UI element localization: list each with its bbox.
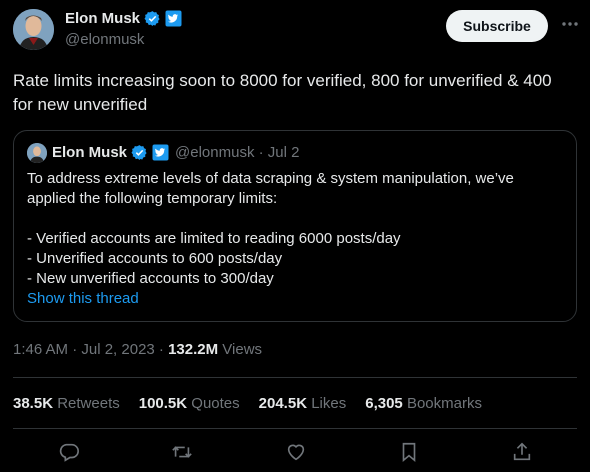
tweet-meta: 1:46 AM · Jul 2, 2023 · 132.2M Views: [13, 341, 262, 358]
likes-stat[interactable]: 204.5K Likes: [259, 395, 347, 412]
author-handle[interactable]: @elonmusk: [65, 31, 144, 48]
more-options-icon[interactable]: [560, 14, 580, 34]
quote-author-name: Elon Musk: [52, 144, 128, 161]
divider: [13, 377, 577, 378]
quote-body: To address extreme levels of data scrapi…: [27, 169, 557, 309]
author-name-row: Elon Musk: [65, 10, 182, 27]
quote-line: - Verified accounts are limited to readi…: [27, 230, 401, 247]
engagement-stats: 38.5K Retweets 100.5K Quotes 204.5K Like…: [13, 395, 482, 412]
verified-badge-icon: [144, 10, 161, 27]
reply-icon[interactable]: [58, 441, 82, 465]
platform-badge-icon: [165, 10, 182, 27]
retweet-icon[interactable]: [171, 441, 195, 465]
divider: [13, 428, 577, 429]
quote-verified-badge-icon: [131, 144, 148, 161]
views-label: Views: [218, 341, 263, 358]
quotes-stat[interactable]: 100.5K Quotes: [139, 395, 240, 412]
action-bar: [0, 441, 590, 467]
quote-line: To address extreme levels of data scrapi…: [27, 170, 514, 207]
quote-line: - Unverified accounts to 600 posts/day: [27, 250, 283, 267]
quote-handle-date: @elonmusk · Jul 2: [175, 144, 300, 161]
quote-header: Elon Musk @elonmusk · Jul 2: [52, 144, 299, 161]
bookmarks-stat[interactable]: 6,305 Bookmarks: [365, 395, 482, 412]
show-thread-link[interactable]: Show this thread: [27, 289, 557, 309]
tweet-text: Rate limits increasing soon to 8000 for …: [13, 71, 552, 114]
avatar[interactable]: [13, 9, 54, 50]
bookmark-icon[interactable]: [398, 441, 422, 465]
views-count: 132.2M: [168, 341, 219, 358]
quote-platform-badge-icon: [152, 144, 169, 161]
quote-avatar[interactable]: [27, 143, 47, 163]
quoted-tweet[interactable]: Elon Musk @elonmusk · Jul 2 To address e…: [13, 130, 577, 322]
author-name[interactable]: Elon Musk: [65, 10, 140, 27]
heart-icon[interactable]: [285, 441, 309, 465]
retweets-stat[interactable]: 38.5K Retweets: [13, 395, 120, 412]
quote-line: - New unverified accounts to 300/day: [27, 270, 274, 287]
subscribe-button[interactable]: Subscribe: [446, 10, 548, 42]
timestamp[interactable]: 1:46 AM · Jul 2, 2023 ·: [13, 341, 168, 358]
share-icon[interactable]: [511, 441, 535, 465]
